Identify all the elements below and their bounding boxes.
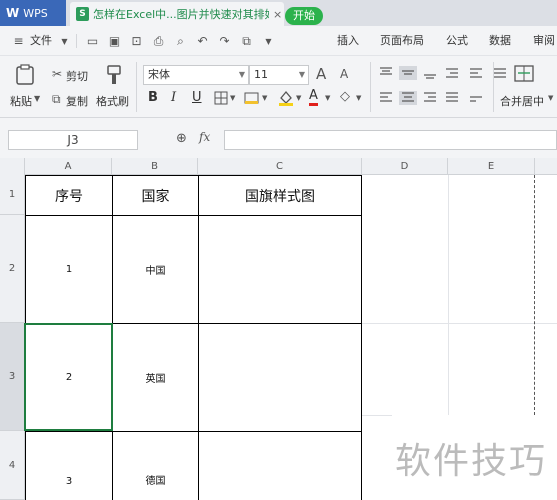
grow-font-icon[interactable]: A [316,65,326,83]
print-preview-icon[interactable]: ⌕ [174,35,187,48]
close-tab-icon[interactable]: × [273,8,282,21]
wps-home-tab[interactable]: W WPS [0,0,66,26]
tab-formula[interactable]: 公式 [446,26,468,56]
header-serial-cell[interactable]: 序号 [26,176,112,215]
borders-icon[interactable] [214,91,228,105]
column-header-b[interactable]: B [112,158,198,175]
name-box[interactable]: J3 [8,130,138,150]
document-tab-title: 怎样在Excel中...图片并快速对其排好 [93,8,269,21]
tab-start[interactable]: 开始 [285,7,323,25]
chevron-down-icon[interactable]: ▼ [548,94,553,102]
serial-cell[interactable]: 2 [26,324,112,431]
column-header-e[interactable]: E [448,158,535,175]
chevron-down-icon[interactable]: ▼ [230,94,235,102]
country-cell[interactable]: 英国 [113,324,198,431]
merge-center-label[interactable]: 合并居中 [500,93,544,109]
quick-access-more-icon[interactable]: ▼ [262,35,275,48]
bold-button[interactable]: B [148,90,158,105]
formula-input[interactable] [224,130,557,150]
horizontal-align-group [380,91,482,105]
chevron-down-icon[interactable]: ▼ [58,35,71,48]
fill-color-icon[interactable] [278,89,294,107]
chevron-down-icon[interactable]: ▼ [296,94,301,102]
document-tab[interactable]: S 怎样在Excel中...图片并快速对其排好 × [70,2,284,26]
chevron-down-icon: ▼ [298,70,305,79]
cell-style-icon[interactable] [244,91,260,105]
tab-page-layout[interactable]: 页面布局 [380,26,424,56]
serial-cell[interactable]: 1 [26,216,112,323]
app-name: WPS [23,6,48,20]
spreadsheet-icon: S [76,7,89,21]
ribbon-toolbar: 粘贴 ▼ ✂ 剪切 ⧉ 复制 格式刷 宋体 ▼ 11 ▼ A A B I U ▼… [0,56,557,118]
shrink-font-icon[interactable]: A [340,67,348,81]
paste-label[interactable]: 粘贴 [10,93,32,109]
font-size-value: 11 [254,68,268,81]
header-country-cell[interactable]: 国家 [113,176,198,215]
chevron-down-icon[interactable]: ▼ [325,94,330,102]
undo-icon[interactable]: ↶ [196,35,209,48]
print-icon[interactable]: ⎙ [152,35,165,48]
underline-button[interactable]: U [192,90,202,105]
tab-insert[interactable]: 插入 [337,26,359,56]
vertical-align-group [380,66,506,80]
flag-cell[interactable] [199,216,361,323]
page-break-line [534,175,535,415]
paste-icon[interactable] [14,64,36,86]
column-header-c[interactable]: C [198,158,362,175]
merge-center-icon[interactable] [513,64,535,84]
format-painter-label[interactable]: 格式刷 [96,93,129,109]
tab-review[interactable]: 审阅 [533,26,555,56]
export-pdf-icon[interactable]: ⊡ [130,35,143,48]
open-folder-icon[interactable]: ▭ [86,35,99,48]
paste-dropdown-icon[interactable]: ▼ [34,94,40,103]
font-name-value: 宋体 [148,68,170,81]
zoom-search-icon[interactable]: ⊕ [176,131,187,146]
scissors-icon: ✂ [52,67,63,81]
font-name-select[interactable]: 宋体 ▼ [143,65,249,85]
row-header-1[interactable]: 1 [0,175,25,215]
chevron-down-icon[interactable]: ▼ [262,94,267,102]
tab-data[interactable]: 数据 [489,26,511,56]
format-painter-icon[interactable] [104,64,126,86]
row-header-3[interactable]: 3 [0,323,25,431]
menu-bar: ≡ 文件 ▼ ▭ ▣ ⊡ ⎙ ⌕ ↶ ↷ ⧉ ▼ [0,26,557,56]
chevron-down-icon[interactable]: ▼ [356,94,361,102]
chevron-down-icon: ▼ [238,70,245,79]
country-cell[interactable]: 德国 [113,432,198,487]
header-flag-cell[interactable]: 国旗样式图 [199,176,361,215]
watermark-text: 软件技巧 [395,441,548,482]
country-cell[interactable]: 中国 [113,216,198,323]
column-header-a[interactable]: A [25,158,112,175]
hamburger-menu-icon[interactable]: ≡ [12,35,25,48]
wps-logo-icon: W [6,6,20,20]
function-icon[interactable]: fx [199,130,210,144]
file-menu[interactable]: 文件 [30,26,52,56]
cut-button[interactable]: 剪切 [66,68,88,84]
serial-cell[interactable]: 3 [26,432,112,487]
copy-doc-icon[interactable]: ⧉ [240,35,253,48]
column-header-d[interactable]: D [362,158,448,175]
copy-icon: ⧉ [52,92,61,106]
italic-button[interactable]: I [171,90,176,105]
flag-cell[interactable] [199,324,361,431]
eraser-icon[interactable]: ◇ [340,89,350,104]
redo-icon[interactable]: ↷ [218,35,231,48]
save-icon[interactable]: ▣ [108,35,121,48]
row-header-4[interactable]: 4 [0,431,25,500]
font-size-select[interactable]: 11 ▼ [249,65,309,85]
font-color-button[interactable]: A [309,88,318,106]
row-header-2[interactable]: 2 [0,215,25,323]
select-all-corner[interactable] [0,158,25,175]
flag-cell[interactable] [199,432,361,500]
copy-button[interactable]: 复制 [66,93,88,109]
